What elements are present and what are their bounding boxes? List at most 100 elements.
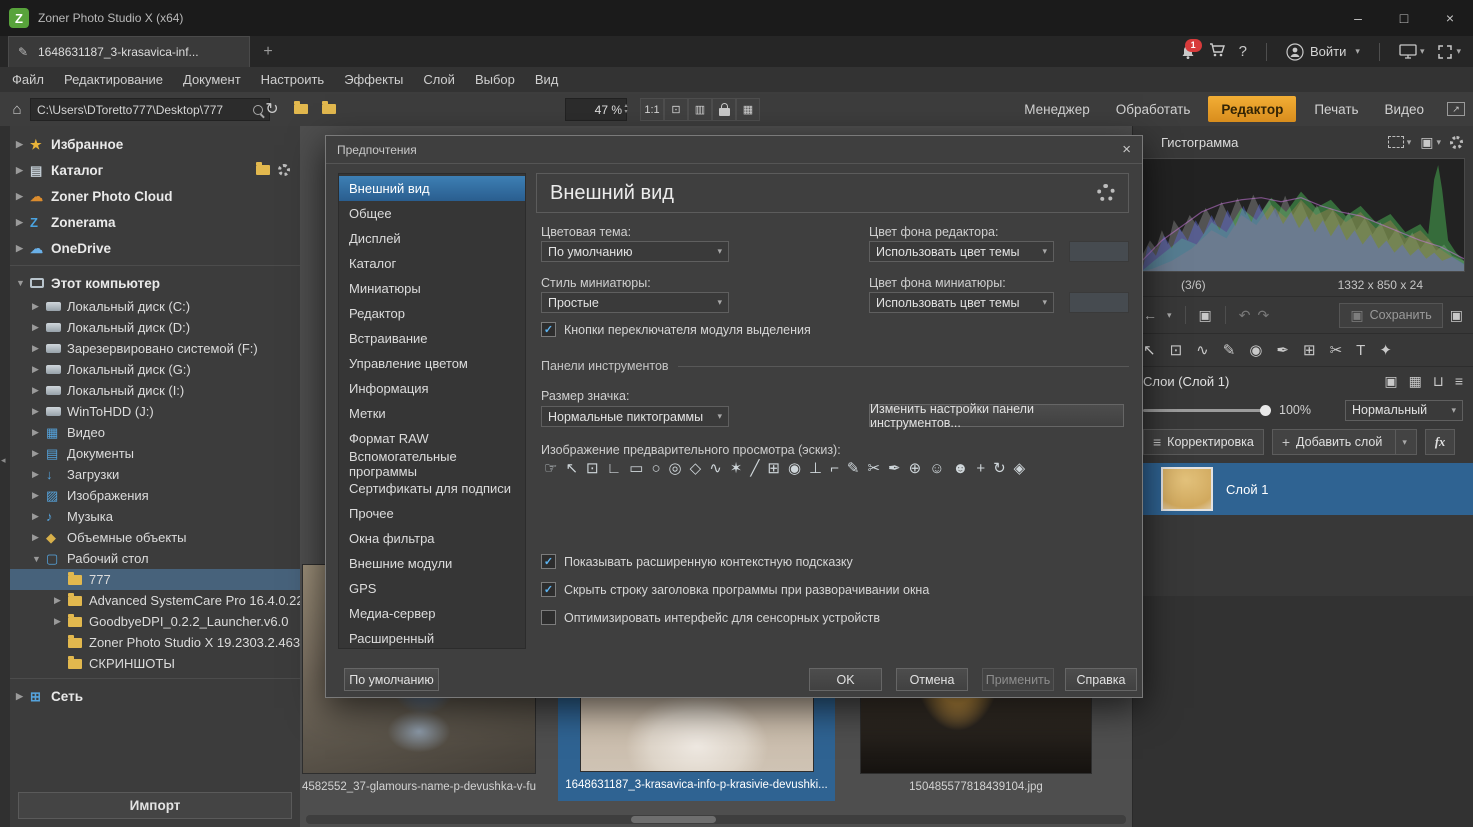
expander-icon[interactable]: ▶ (32, 301, 46, 312)
slider-knob[interactable] (1260, 405, 1271, 416)
sidebar-item-favorites[interactable]: ▶★Избранное (10, 131, 300, 157)
fullscreen-button[interactable]: ▾ (1437, 44, 1461, 60)
help-button[interactable]: ? (1239, 44, 1247, 59)
module-buttons-checkbox[interactable]: ✓ Кнопки переключателя модуля выделения (541, 322, 811, 337)
undo-icon[interactable]: ↶ (1239, 308, 1251, 322)
liquify-tool-icon[interactable]: ∿ (1196, 343, 1209, 358)
nav-item-display[interactable]: Дисплей (339, 226, 525, 251)
histogram-selection-button[interactable]: ▾ (1388, 136, 1412, 148)
mode-print[interactable]: Печать (1301, 102, 1371, 117)
sidebar-item-disk-d[interactable]: ▶Локальный диск (D:) (10, 317, 300, 338)
menu-layer[interactable]: Слой (423, 72, 455, 87)
nav-item-raw-format[interactable]: Формат RAW (339, 426, 525, 451)
expander-icon[interactable]: ▶ (16, 191, 30, 202)
mode-video[interactable]: Видео (1372, 102, 1437, 117)
sidebar-item-catalog[interactable]: ▶▤Каталог (10, 157, 300, 183)
sidebar-item-zoner-photo-cloud[interactable]: ▶☁Zoner Photo Cloud (10, 183, 300, 209)
notifications-button[interactable]: 1 (1180, 44, 1196, 60)
dialog-title-bar[interactable]: Предпочтения × (326, 136, 1142, 164)
fit-to-screen-button[interactable]: ⊡ (664, 98, 688, 121)
nav-item-embedding[interactable]: Встраивание (339, 326, 525, 351)
hide-titlebar-checkbox[interactable]: ✓ Скрыть строку заголовка программы при … (541, 582, 929, 597)
save-as-icon[interactable]: ▣ (1450, 308, 1463, 322)
sidebar-item-zonerama[interactable]: ▶ZZonerama (10, 209, 300, 235)
color-theme-select[interactable]: По умолчанию▾ (541, 241, 729, 262)
layers-menu-icon[interactable]: ≡ (1455, 374, 1463, 388)
grid-tool-icon[interactable]: ⊞ (1303, 343, 1316, 358)
sidebar-item-3d-objects[interactable]: ▶◆Объемные объекты (10, 527, 300, 548)
sidebar-item-documents[interactable]: ▶▤Документы (10, 443, 300, 464)
dialog-close-button[interactable]: × (1122, 141, 1131, 158)
document-tab[interactable]: ✎ 1648631187_3-krasavica-inf... (8, 36, 250, 67)
mode-editor[interactable]: Редактор (1208, 96, 1296, 122)
catalog-settings-icon[interactable] (278, 164, 290, 176)
sidebar-item-disk-g[interactable]: ▶Локальный диск (G:) (10, 359, 300, 380)
sidebar-item-folder-zps[interactable]: Zoner Photo Studio X 19.2303.2.463 ... (10, 632, 300, 653)
nav-item-general[interactable]: Общее (339, 201, 525, 226)
checkbox-checked[interactable]: ✓ (541, 582, 556, 597)
nav-item-certificates[interactable]: Сертификаты для подписи (339, 476, 525, 501)
nav-item-catalog[interactable]: Каталог (339, 251, 525, 276)
redo-icon[interactable]: ↷ (1258, 308, 1270, 322)
expander-icon[interactable]: ▶ (32, 322, 46, 333)
sidebar-item-pictures[interactable]: ▶▨Изображения (10, 485, 300, 506)
menu-file[interactable]: Файл (12, 72, 44, 87)
zoom-input[interactable]: 47 % (565, 98, 627, 121)
scrollbar-handle[interactable] (631, 816, 716, 823)
sidebar-item-folder-screenshots[interactable]: СКРИНШОТЫ (10, 653, 300, 674)
compare-view-button[interactable]: ▦ (736, 98, 760, 121)
save-button[interactable]: ▣ Сохранить (1339, 303, 1442, 328)
expander-icon[interactable]: ▶ (16, 691, 30, 702)
editor-bg-color-swatch[interactable] (1069, 241, 1129, 262)
sidebar-item-disk-c[interactable]: ▶Локальный диск (C:) (10, 296, 300, 317)
nav-item-helper-programs[interactable]: Вспомогательные программы (339, 451, 525, 476)
sidebar-item-this-pc[interactable]: ▼Этот компьютер (10, 270, 300, 296)
horizontal-scrollbar[interactable] (306, 815, 1126, 824)
apply-button[interactable]: Применить (982, 668, 1054, 691)
expander-icon[interactable]: ▼ (32, 554, 46, 564)
store-button[interactable] (1209, 42, 1226, 61)
back-icon[interactable]: ← (1143, 308, 1157, 322)
expander-icon[interactable]: ▶ (54, 595, 68, 606)
touch-optimize-checkbox[interactable]: Оптимизировать интерфейс для сенсорных у… (541, 610, 880, 625)
checkbox-checked[interactable]: ✓ (541, 322, 556, 337)
expander-icon[interactable]: ▶ (16, 217, 30, 228)
chevron-down-icon[interactable]: ▾ (1167, 310, 1172, 321)
dropper-tool-icon[interactable]: ✒ (1276, 343, 1289, 358)
sidebar-item-onedrive[interactable]: ▶☁OneDrive (10, 235, 300, 261)
scissors-tool-icon[interactable]: ✂ (1330, 343, 1343, 358)
expander-icon[interactable]: ▼ (16, 278, 30, 288)
export-folder-icon[interactable] (290, 92, 312, 126)
histogram-settings-icon[interactable] (1450, 136, 1463, 149)
expander-icon[interactable]: ▶ (16, 243, 30, 254)
expander-icon[interactable]: ▶ (32, 469, 46, 480)
expander-icon[interactable]: ▶ (32, 532, 46, 543)
checkbox-checked[interactable]: ✓ (541, 554, 556, 569)
duplicate-layer-icon[interactable]: ▣ (1384, 374, 1397, 388)
zoom-mode-button[interactable]: ▥ (688, 98, 712, 121)
zoom-stepper[interactable]: ▴ ▾ (620, 98, 632, 119)
nav-item-thumbnails[interactable]: Миниатюры (339, 276, 525, 301)
sidebar-item-network[interactable]: ▶⊞Сеть (10, 683, 300, 709)
expander-icon[interactable]: ▶ (32, 343, 46, 354)
nav-item-other[interactable]: Прочее (339, 501, 525, 526)
sidebar-item-downloads[interactable]: ▶↓Загрузки (10, 464, 300, 485)
expander-icon[interactable]: ▶ (32, 490, 46, 501)
menu-effects[interactable]: Эффекты (344, 72, 403, 87)
nav-item-editor[interactable]: Редактор (339, 301, 525, 326)
menu-select[interactable]: Выбор (475, 72, 515, 87)
thumb-bg-select[interactable]: Использовать цвет темы▾ (869, 292, 1054, 313)
sidebar-item-music[interactable]: ▶♪Музыка (10, 506, 300, 527)
path-input[interactable]: C:\Users\DToretto777\Desktop\777 (30, 98, 270, 121)
menu-document[interactable]: Документ (183, 72, 241, 87)
menu-edit[interactable]: Редактирование (64, 72, 163, 87)
expander-icon[interactable]: ▶ (32, 406, 46, 417)
blend-mode-select[interactable]: Нормальный ▾ (1345, 400, 1463, 421)
help-button[interactable]: Справка (1065, 668, 1137, 691)
nav-item-information[interactable]: Информация (339, 376, 525, 401)
add-layer-button[interactable]: + Добавить слой ▾ (1272, 429, 1417, 455)
nav-item-color-management[interactable]: Управление цветом (339, 351, 525, 376)
nav-item-appearance[interactable]: Внешний вид (339, 176, 525, 201)
cancel-button[interactable]: Отмена (896, 668, 968, 691)
expander-icon[interactable]: ▶ (16, 139, 30, 150)
